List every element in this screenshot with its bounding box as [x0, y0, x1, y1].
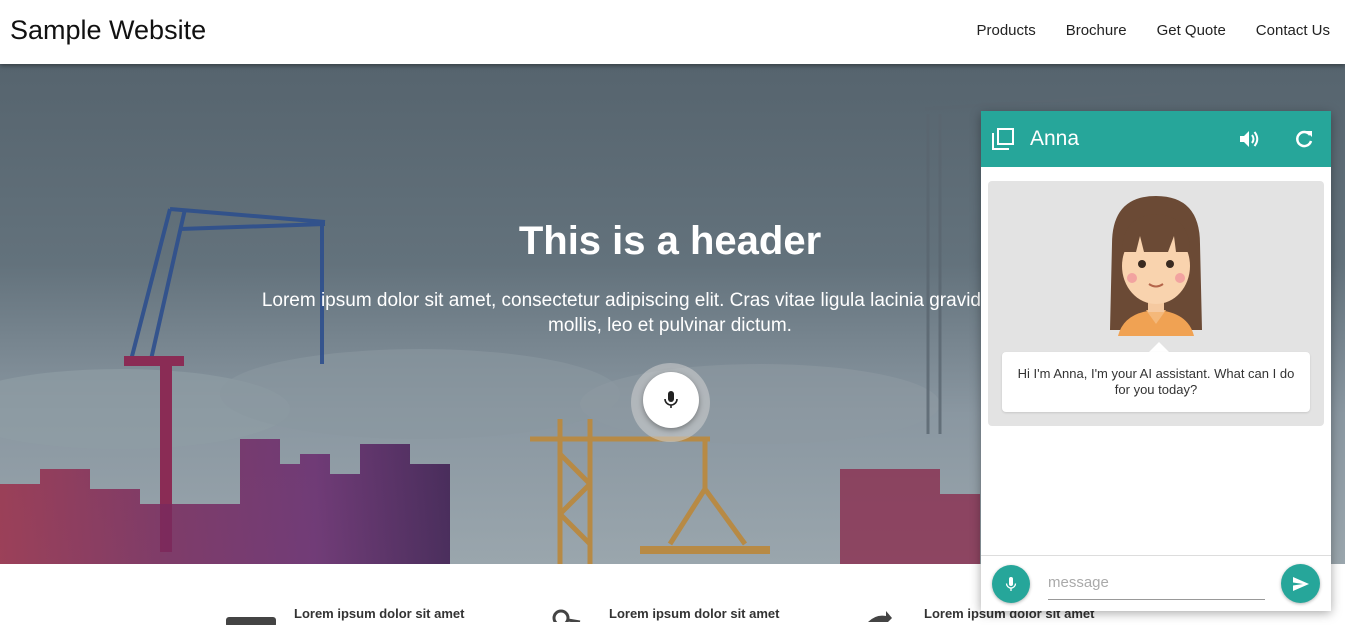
microphone-icon — [664, 391, 678, 408]
nav-link-contact-us[interactable]: Contact Us — [1256, 22, 1330, 39]
feature-icon-3 — [868, 611, 892, 622]
feature-icon-2 — [552, 609, 581, 622]
chat-header: Anna — [981, 111, 1331, 167]
assistant-avatar — [1110, 196, 1202, 336]
nav-link-brochure[interactable]: Brochure — [1066, 22, 1127, 39]
chat-widget: Anna Hi I'm Anna, I'm your AI assistant.… — [981, 111, 1331, 611]
send-button[interactable] — [1281, 564, 1320, 603]
microphone-icon — [1005, 577, 1017, 591]
chat-message-area: Hi I'm Anna, I'm your AI assistant. What… — [988, 181, 1324, 426]
chat-title: Anna — [1030, 127, 1080, 150]
chat-input-bar — [981, 555, 1331, 611]
hero-mic-button[interactable] — [643, 372, 699, 428]
send-icon — [1292, 576, 1309, 591]
nav-link-products[interactable]: Products — [977, 22, 1036, 39]
nav-links: Products Brochure Get Quote Contact Us — [977, 22, 1331, 39]
window-expand-icon[interactable] — [992, 128, 1014, 150]
feature-icon-1 — [226, 617, 276, 625]
refresh-icon[interactable] — [1293, 128, 1315, 150]
message-input[interactable] — [1048, 565, 1265, 600]
bubble-tail — [1149, 342, 1169, 352]
hero-description: Lorem ipsum dolor sit amet, consectetur … — [261, 290, 1079, 336]
chat-mic-button[interactable] — [992, 565, 1030, 603]
assistant-message-bubble: Hi I'm Anna, I'm your AI assistant. What… — [1002, 352, 1310, 412]
volume-icon[interactable] — [1239, 128, 1261, 150]
feature-item-2: Lorem ipsum dolor sit amet — [609, 606, 780, 621]
top-navbar: Sample Website Products Brochure Get Quo… — [0, 0, 1345, 64]
feature-item-1: Lorem ipsum dolor sit amet — [294, 606, 465, 621]
nav-link-get-quote[interactable]: Get Quote — [1157, 22, 1226, 39]
site-brand[interactable]: Sample Website — [10, 15, 206, 46]
